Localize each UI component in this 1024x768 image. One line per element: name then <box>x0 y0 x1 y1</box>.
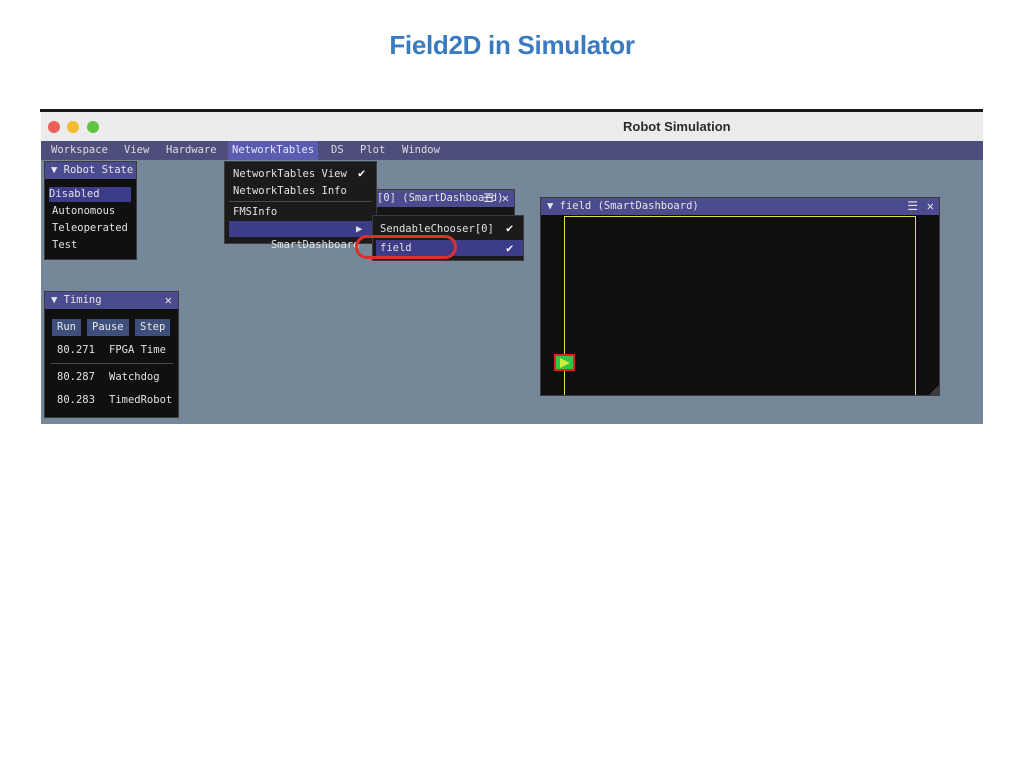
fpga-time-value: 80.271 <box>57 344 95 356</box>
robot-icon[interactable] <box>554 354 575 371</box>
slide-title: Field2D in Simulator <box>389 30 635 60</box>
menu-ds[interactable]: DS <box>331 141 344 160</box>
menu-item-sendablechooser[interactable]: SendableChooser[0] <box>380 223 494 235</box>
run-button[interactable]: Run <box>52 319 81 336</box>
submenu-arrow-icon: ▶ <box>356 223 363 235</box>
field-window-header[interactable]: ▼ field (SmartDashboard) ☰ ✕ <box>541 198 939 215</box>
menu-icon[interactable]: ☰ <box>907 198 918 215</box>
simulator-screenshot: Robot Simulation Workspace View Hardware… <box>41 112 983 424</box>
robot-state-test[interactable]: Test <box>52 239 77 251</box>
networktables-dropdown: NetworkTables View ✔ NetworkTables Info … <box>224 161 379 251</box>
smartdashboard-label: SmartDashboard <box>270 239 360 251</box>
field-window: ▼ field (SmartDashboard) ☰ ✕ <box>540 197 940 396</box>
menu-networktables[interactable]: NetworkTables <box>228 141 319 160</box>
menu-item-fmsinfo[interactable]: FMSInfo <box>233 206 277 218</box>
robot-state-disabled[interactable]: Disabled <box>49 187 131 202</box>
step-button[interactable]: Step <box>135 319 171 336</box>
menu-divider <box>229 201 372 202</box>
watchdog-label: Watchdog <box>109 371 160 383</box>
timing-window: ▼ Timing ✕ Run Pause Step 80.271 FPGA Ti… <box>44 291 179 418</box>
timedrobot-label: TimedRobot <box>109 394 173 406</box>
check-icon: ✔ <box>506 241 514 255</box>
close-icon[interactable]: ✕ <box>927 198 934 215</box>
field-canvas[interactable] <box>564 216 916 395</box>
resize-handle-icon[interactable] <box>929 385 939 395</box>
robot-state-teleoperated[interactable]: Teleoperated <box>52 222 128 234</box>
zoom-window-button[interactable] <box>87 121 99 133</box>
robot-state-window: ▼ Robot State Disabled Autonomous Teleop… <box>44 161 137 260</box>
close-icon[interactable]: ✕ <box>165 292 172 309</box>
check-icon: ✔ <box>506 221 514 235</box>
menu-item-networktables-view[interactable]: NetworkTables View <box>233 168 347 180</box>
menu-plot[interactable]: Plot <box>360 141 385 160</box>
check-icon: ✔ <box>358 166 366 180</box>
menu-hardware[interactable]: Hardware <box>166 141 217 160</box>
field-highlight-annotation <box>355 235 457 259</box>
close-icon[interactable]: ✕ <box>502 190 509 207</box>
minimize-window-button[interactable] <box>67 121 79 133</box>
timing-title: ▼ Timing <box>51 294 102 306</box>
timing-header[interactable]: ▼ Timing ✕ <box>45 292 178 309</box>
close-window-button[interactable] <box>48 121 60 133</box>
robot-state-autonomous[interactable]: Autonomous <box>52 205 115 217</box>
menu-item-networktables-info[interactable]: NetworkTables Info <box>233 185 347 197</box>
watchdog-value: 80.287 <box>57 371 95 383</box>
app-menubar: Workspace View Hardware NetworkTables DS… <box>41 141 983 160</box>
menu-item-smartdashboard[interactable]: SmartDashboard ▶ <box>229 221 379 251</box>
timing-divider <box>51 363 173 364</box>
menu-window[interactable]: Window <box>402 141 440 160</box>
menu-icon[interactable]: ☰ <box>483 190 494 207</box>
window-titlebar: Robot Simulation <box>41 112 983 142</box>
menu-workspace[interactable]: Workspace <box>51 141 108 160</box>
fpga-time-label: FPGA Time <box>109 344 166 356</box>
pause-button[interactable]: Pause <box>87 319 129 336</box>
window-title: Robot Simulation <box>623 119 731 134</box>
field-window-title: ▼ field (SmartDashboard) <box>547 200 699 212</box>
robot-state-header[interactable]: ▼ Robot State <box>45 162 136 179</box>
timedrobot-value: 80.283 <box>57 394 95 406</box>
menu-view[interactable]: View <box>124 141 149 160</box>
